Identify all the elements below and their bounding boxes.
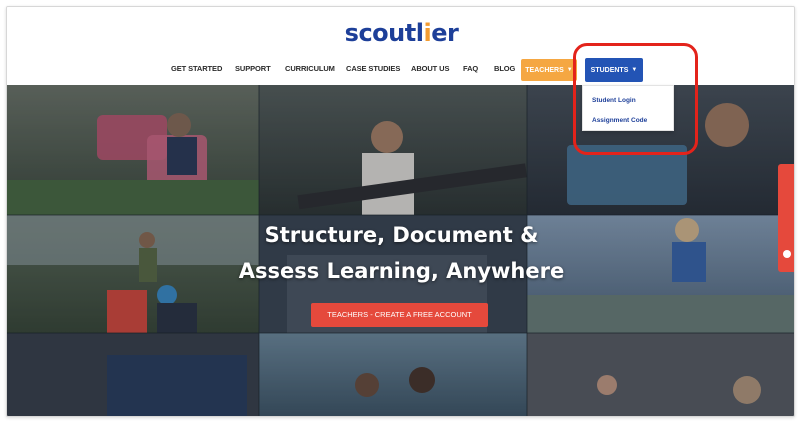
nav-get-started[interactable]: GET STARTED bbox=[171, 64, 222, 73]
hero-title-line2: Assess Learning, Anywhere bbox=[238, 259, 565, 283]
nav-case-studies[interactable]: CASE STUDIES bbox=[346, 64, 400, 73]
create-free-account-button[interactable]: TEACHERS - CREATE A FREE ACCOUNT bbox=[311, 303, 488, 327]
feedback-icon bbox=[783, 250, 791, 258]
nav-about-us[interactable]: ABOUT US bbox=[411, 64, 449, 73]
nav-curriculum[interactable]: CURRICULUM bbox=[285, 64, 335, 73]
teachers-label: TEACHERS bbox=[525, 66, 564, 74]
feedback-side-tab[interactable] bbox=[778, 164, 794, 272]
annotation-highlight-box bbox=[573, 43, 698, 155]
caret-down-icon: ▼ bbox=[566, 67, 573, 73]
browser-frame: scoutlier GET STARTED SUPPORT CURRICULUM… bbox=[6, 6, 795, 417]
nav-blog[interactable]: BLOG bbox=[494, 64, 515, 73]
logo-tail: er bbox=[431, 19, 459, 47]
teachers-dropdown-button[interactable]: TEACHERS ▼ bbox=[521, 59, 577, 81]
hero-title-line1: Structure, Document & bbox=[264, 223, 539, 247]
logo-main: scoutl bbox=[344, 19, 424, 47]
nav-support[interactable]: SUPPORT bbox=[235, 64, 271, 73]
nav-faq[interactable]: FAQ bbox=[463, 64, 478, 73]
